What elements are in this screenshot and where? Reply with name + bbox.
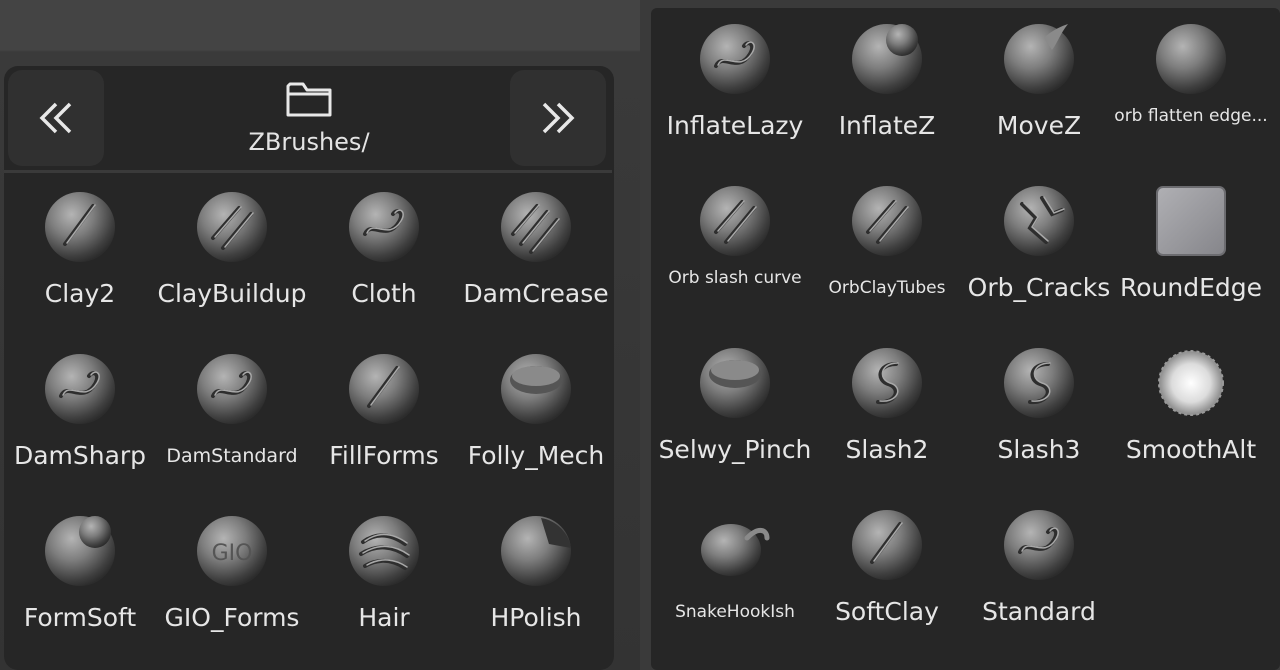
fill-forms-brush-icon	[347, 352, 421, 430]
brush-tile-orb-slash-curve[interactable]: Orb slash curve	[659, 184, 811, 334]
dam-sharp-brush-icon	[43, 352, 117, 430]
hair-brush-icon	[347, 514, 421, 592]
brush-label: Cloth	[351, 279, 417, 308]
brush-tile-orbclaytubes[interactable]: OrbClayTubes	[811, 184, 963, 334]
brush-label: OrbClayTubes	[828, 278, 946, 298]
orb-clay-tubes-brush-icon	[850, 184, 924, 262]
brush-label: Clay2	[44, 279, 116, 308]
brush-label: GIO_Forms	[164, 603, 300, 632]
double-chevron-left-icon	[39, 102, 72, 134]
dam-standard-brush-icon	[195, 352, 269, 430]
brush-label: FormSoft	[23, 603, 137, 632]
cloth-brush-icon	[347, 190, 421, 268]
orb-slash-curve-brush-icon	[698, 184, 772, 262]
brush-tile-damstandard[interactable]: DamStandard	[156, 352, 308, 502]
brush-tile-fillforms[interactable]: FillForms	[308, 352, 460, 502]
double-chevron-right-icon	[542, 102, 575, 134]
brush-label: DamStandard	[166, 445, 298, 467]
brush-label: Standard	[982, 597, 1096, 626]
brush-tile-movez[interactable]: MoveZ	[963, 22, 1115, 172]
brush-picker-right-panel: InflateLazy InflateZ MoveZ orb flatten edge…	[651, 8, 1280, 670]
brush-tile-hair[interactable]: Hair	[308, 514, 460, 664]
brush-tile-slash3[interactable]: Slash3	[963, 346, 1115, 496]
brush-label: Hair	[358, 603, 410, 632]
brush-label: RoundEdge	[1119, 273, 1263, 302]
orb-flatten-edge-brush-icon	[1154, 22, 1228, 100]
brush-tile-softclay[interactable]: SoftClay	[811, 508, 963, 658]
soft-clay-brush-icon	[850, 508, 924, 586]
clay-buildup-brush-icon	[195, 190, 269, 268]
slash3-brush-icon	[1002, 346, 1076, 424]
brush-label: Slash2	[845, 435, 929, 464]
brush-tile-formsoft[interactable]: FormSoft	[4, 514, 156, 664]
brush-tile-inflatez[interactable]: InflateZ	[811, 22, 963, 172]
brush-tile-folly-mech[interactable]: Folly_Mech	[460, 352, 612, 502]
brush-tile-roundedge[interactable]: RoundEdge	[1115, 184, 1267, 334]
gio-forms-brush-icon: GIO	[195, 514, 269, 592]
brush-label: InflateZ	[838, 111, 936, 140]
folly-mech-brush-icon	[499, 352, 573, 430]
brush-tile-selwy-pinch[interactable]: Selwy_Pinch	[659, 346, 811, 496]
brush-label: SoftClay	[835, 597, 939, 626]
dam-crease-brush-icon	[499, 190, 573, 268]
hpolish-brush-icon	[499, 514, 573, 592]
brush-label: Orb slash curve	[668, 268, 802, 288]
brush-label: SmoothAlt	[1125, 435, 1257, 464]
brush-label: InflateLazy	[666, 111, 804, 140]
brush-tile-smoothalt[interactable]: SmoothAlt	[1115, 346, 1267, 496]
brush-label: DamSharp	[13, 441, 147, 470]
folder-icon	[286, 82, 332, 117]
brush-tile-damsharp[interactable]: DamSharp	[4, 352, 156, 502]
brush-picker-left-panel: ZBrushes/ Clay2 ClayBuildup Cloth DamCrease…	[4, 66, 614, 670]
brush-label: ClayBuildup	[157, 279, 307, 308]
brush-label: Slash3	[997, 435, 1081, 464]
selwy-pinch-brush-icon	[698, 346, 772, 424]
svg-text:GIO: GIO	[212, 541, 253, 566]
brush-label: HPolish	[490, 603, 582, 632]
brush-tile-slash2[interactable]: Slash2	[811, 346, 963, 496]
slash2-brush-icon	[850, 346, 924, 424]
folder-path: ZBrushes/	[248, 128, 370, 156]
brush-tile-inflatelazy[interactable]: InflateLazy	[659, 22, 811, 172]
orb-cracks-brush-icon	[1002, 184, 1076, 262]
brush-tile-standard[interactable]: Standard	[963, 508, 1115, 658]
brush-label: Selwy_Pinch	[658, 435, 812, 464]
brush-label: FillForms	[329, 441, 439, 470]
move-z-brush-icon	[1002, 22, 1076, 100]
brush-label: DamCrease	[463, 279, 609, 308]
brush-tile-damcrease[interactable]: DamCrease	[460, 190, 612, 340]
brush-label: Folly_Mech	[467, 441, 605, 470]
round-edge-brush-icon	[1154, 184, 1228, 262]
standard-brush-icon	[1002, 508, 1076, 586]
brush-tile-cloth[interactable]: Cloth	[308, 190, 460, 340]
brush-label: MoveZ	[996, 111, 1082, 140]
inflate-lazy-brush-icon	[698, 22, 772, 100]
brush-tile-orb-cracks[interactable]: Orb_Cracks	[963, 184, 1115, 334]
smooth-alt-brush-icon	[1154, 346, 1228, 424]
snake-hook-ish-brush-icon	[697, 508, 773, 586]
brush-label: orb flatten edge...	[1114, 106, 1268, 126]
brush-tile-gio-forms[interactable]: GIO GIO_Forms	[156, 514, 308, 664]
brush-tile-clay2[interactable]: Clay2	[4, 190, 156, 340]
form-soft-brush-icon	[43, 514, 117, 592]
inflate-z-brush-icon	[850, 22, 924, 100]
brush-label: Orb_Cracks	[967, 273, 1111, 302]
next-folder-button[interactable]	[510, 70, 606, 166]
header-divider	[4, 170, 612, 173]
clay-brush-icon	[43, 190, 117, 268]
brush-tile-claybuildup[interactable]: ClayBuildup	[156, 190, 308, 340]
brush-label: SnakeHookIsh	[675, 602, 795, 622]
brush-tile-snakehookish[interactable]: SnakeHookIsh	[659, 508, 811, 658]
brush-tile-hpolish[interactable]: HPolish	[460, 514, 612, 664]
previous-folder-button[interactable]	[8, 70, 104, 166]
brush-tile-orb-flatten-edge[interactable]: orb flatten edge...	[1114, 22, 1268, 172]
